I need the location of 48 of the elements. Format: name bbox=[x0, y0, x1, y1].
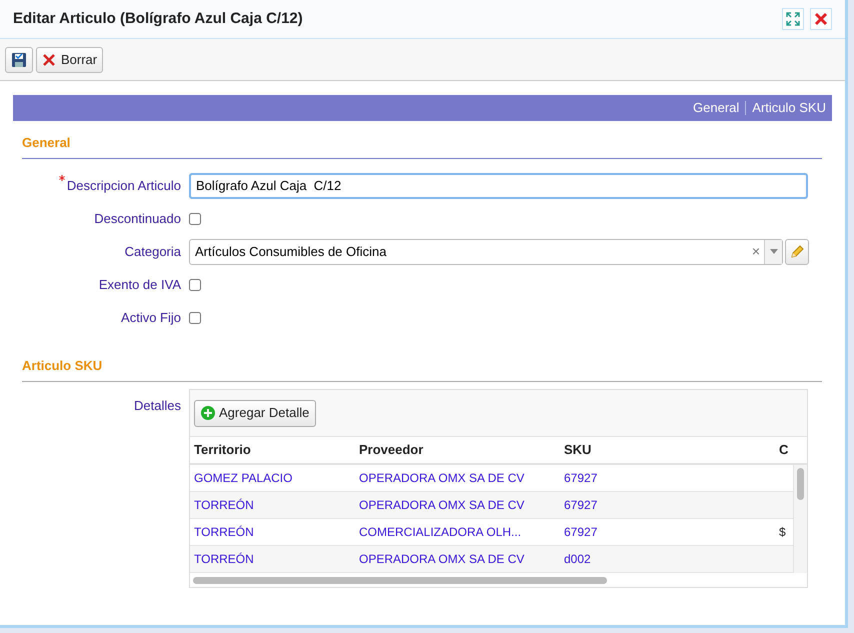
table-cell-text: 67927 bbox=[563, 497, 598, 514]
column-header[interactable]: C bbox=[775, 440, 795, 460]
column-header[interactable]: Proveedor bbox=[355, 440, 560, 460]
section-heading: Articulo SKU bbox=[22, 358, 102, 373]
section-link[interactable]: Articulo SKU bbox=[745, 101, 826, 115]
window-title: Editar Articulo (Bolígrafo Azul Caja C/12) bbox=[13, 8, 303, 29]
x-icon[interactable] bbox=[42, 52, 56, 66]
table-cell-text: 67927 bbox=[563, 470, 598, 487]
delete-button[interactable]: Borrar bbox=[36, 46, 104, 72]
field-label: Descontinuado bbox=[94, 210, 181, 228]
table-cell-text: OPERADORA OMX SA DE CV bbox=[358, 470, 526, 487]
scrollbar-thumb[interactable] bbox=[797, 468, 804, 500]
column-header[interactable]: Territorio bbox=[190, 440, 355, 460]
field-label: Activo Fijo bbox=[121, 308, 181, 327]
add-detail-button[interactable]: Agregar Detalle bbox=[194, 400, 316, 426]
checkbox[interactable] bbox=[189, 278, 201, 290]
section-heading: General bbox=[22, 135, 70, 150]
table-cell-text: 67927 bbox=[563, 524, 598, 541]
expand-icon[interactable] bbox=[786, 12, 800, 26]
close-icon[interactable] bbox=[814, 12, 828, 26]
description-input[interactable]: Bolígrafo Azul Caja C/12 bbox=[189, 172, 808, 198]
table-cell-text: GOMEZ PALACIO bbox=[193, 470, 294, 487]
table-cell-text: COMERCIALIZADORA OLH... bbox=[358, 524, 522, 541]
checkbox[interactable] bbox=[189, 312, 201, 324]
pencil-icon[interactable] bbox=[789, 244, 805, 260]
table-cell-text: OPERADORA OMX SA DE CV bbox=[358, 497, 526, 514]
field-label: Categoria bbox=[124, 242, 181, 261]
column-header[interactable]: SKU bbox=[560, 440, 775, 460]
plus-icon[interactable] bbox=[201, 406, 215, 420]
scrollbar-thumb[interactable] bbox=[193, 576, 607, 584]
edit-button[interactable] bbox=[785, 238, 809, 264]
table-cell-text: TORREÓN bbox=[193, 497, 255, 514]
clear-icon[interactable]: × bbox=[748, 241, 764, 262]
section-link[interactable]: General bbox=[693, 101, 740, 115]
table-cell-text: TORREÓN bbox=[193, 551, 255, 568]
dropdown-icon[interactable] bbox=[764, 240, 782, 264]
field-label: Detalles bbox=[134, 397, 181, 415]
table-cell-text: TORREÓN bbox=[193, 524, 255, 541]
close-button[interactable] bbox=[810, 8, 832, 30]
category-combo[interactable]: Artículos Consumibles de Oficina × bbox=[189, 238, 783, 264]
checkbox[interactable] bbox=[189, 212, 201, 224]
table-cell-text: d002 bbox=[563, 551, 592, 568]
table-cell-text: $ bbox=[778, 524, 787, 541]
maximize-button[interactable] bbox=[782, 8, 804, 30]
field-label: Exento de IVA bbox=[98, 276, 181, 294]
field-label: Descripcion Articulo bbox=[66, 176, 181, 195]
save-button[interactable] bbox=[5, 46, 33, 72]
table-cell-text: OPERADORA OMX SA DE CV bbox=[358, 551, 526, 568]
